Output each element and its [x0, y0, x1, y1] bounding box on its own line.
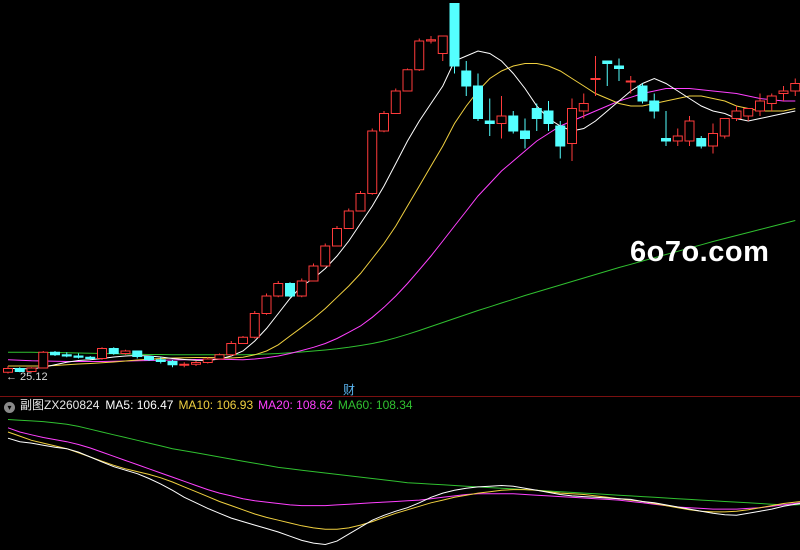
ma20-label: MA20: 108.62 [258, 398, 333, 412]
candle[interactable] [132, 350, 143, 359]
candle[interactable] [191, 361, 201, 366]
candle[interactable] [672, 128, 683, 147]
candle[interactable] [379, 111, 389, 133]
candle[interactable] [543, 101, 554, 131]
candle[interactable] [567, 98, 577, 162]
candle[interactable] [167, 359, 178, 368]
candle[interactable] [778, 86, 789, 101]
ma60-label: MA60: 108.34 [337, 398, 413, 412]
ma5-label: MA5: 106.47 [105, 398, 174, 412]
candle[interactable] [144, 356, 154, 361]
ma20-line [7, 88, 796, 362]
candle[interactable] [402, 68, 413, 92]
candle[interactable] [766, 93, 777, 112]
candle[interactable] [520, 118, 530, 149]
candle[interactable] [649, 93, 660, 119]
candle[interactable] [790, 78, 800, 97]
candle[interactable] [50, 351, 60, 356]
candle[interactable] [414, 38, 425, 72]
candle[interactable] [285, 282, 295, 298]
candle[interactable] [273, 281, 284, 298]
candle[interactable] [308, 263, 319, 282]
candle[interactable] [637, 83, 648, 104]
candle[interactable] [332, 226, 342, 247]
candle[interactable] [38, 351, 49, 369]
candle[interactable] [473, 73, 483, 122]
ma10-label: MA10: 106.93 [178, 398, 254, 412]
candle[interactable] [461, 61, 472, 96]
candle[interactable] [179, 362, 190, 368]
candle[interactable] [661, 111, 671, 146]
candle[interactable] [226, 341, 237, 356]
main-candlestick-chart[interactable] [0, 0, 800, 396]
sub-indicator-chart[interactable] [0, 414, 800, 550]
candle[interactable] [296, 278, 307, 298]
candle[interactable] [97, 347, 107, 360]
sub-ma20-line [7, 427, 800, 510]
candle[interactable] [449, 3, 460, 74]
candle[interactable] [614, 58, 624, 82]
candle[interactable] [508, 111, 519, 134]
ma10-line [8, 63, 796, 367]
candle[interactable] [108, 347, 119, 355]
candle[interactable] [531, 103, 542, 132]
sub-panel-header: ▾ 副图ZX260824 MA5: 106.47 MA10: 106.93 MA20: … [0, 397, 800, 414]
candle[interactable] [719, 118, 730, 139]
candle[interactable] [214, 353, 225, 360]
candle[interactable] [202, 357, 213, 364]
candle[interactable] [120, 349, 131, 355]
candle[interactable] [426, 36, 436, 44]
candle[interactable] [625, 76, 636, 94]
candle[interactable] [743, 108, 754, 122]
sub-panel-title: 副图ZX260824 [20, 398, 100, 412]
candle[interactable] [602, 60, 613, 86]
candle[interactable] [73, 353, 84, 359]
low-price-label: ← 25.12 [6, 371, 48, 383]
candle[interactable] [590, 56, 601, 96]
candle[interactable] [320, 243, 331, 267]
candle[interactable] [437, 35, 448, 61]
candle[interactable] [261, 293, 272, 315]
candle[interactable] [355, 191, 366, 212]
sub-ma60-line [7, 419, 800, 506]
site-watermark: 6o7o.com [630, 236, 770, 268]
candle[interactable] [343, 208, 354, 230]
candle[interactable] [367, 128, 378, 195]
candle[interactable] [249, 311, 260, 339]
candle[interactable] [755, 93, 765, 117]
candle[interactable] [484, 98, 495, 137]
candle[interactable] [496, 96, 507, 139]
candle[interactable] [708, 123, 718, 154]
candle[interactable] [555, 121, 566, 159]
candle[interactable] [390, 88, 401, 115]
candle[interactable] [731, 106, 742, 121]
candle[interactable] [696, 136, 707, 149]
candle[interactable] [684, 116, 695, 146]
chevron-down-icon[interactable]: ▾ [4, 402, 15, 413]
sub-ma5-line [7, 437, 800, 546]
candle[interactable] [238, 336, 248, 344]
sub-ma10-line [7, 431, 800, 530]
